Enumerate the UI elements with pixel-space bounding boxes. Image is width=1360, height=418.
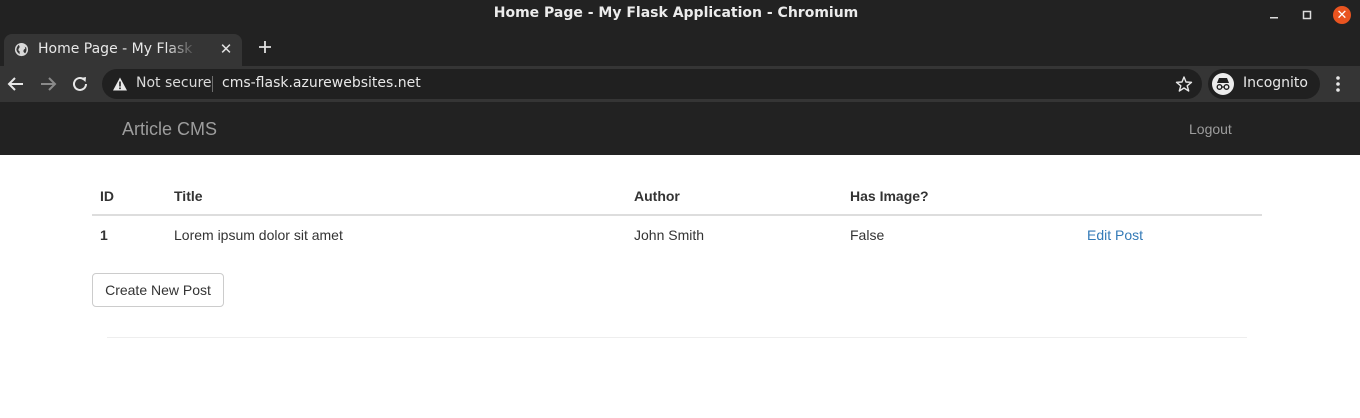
warning-triangle-icon[interactable] xyxy=(112,76,128,92)
window-title: Home Page - My Flask Application - Chrom… xyxy=(493,5,859,21)
tab-strip: Home Page - My Flask Application ✕ xyxy=(0,30,1360,66)
tab-title: Home Page - My Flask Application xyxy=(38,41,198,57)
browser-toolbar: Not secure cms-flask.azurewebsites.net I… xyxy=(0,66,1360,102)
incognito-icon xyxy=(1212,73,1234,95)
brand-link[interactable]: Article CMS xyxy=(122,119,217,140)
tab-home-page[interactable]: Home Page - My Flask Application ✕ xyxy=(4,34,242,66)
cell-title: Lorem ipsum dolor sit amet xyxy=(174,227,343,243)
tab-close-icon[interactable]: ✕ xyxy=(218,41,234,57)
header-id: ID xyxy=(100,188,114,204)
table-row: 1 Lorem ipsum dolor sit amet John Smith … xyxy=(92,216,1262,256)
globe-icon xyxy=(14,42,29,57)
star-icon[interactable] xyxy=(1175,75,1193,93)
logout-link[interactable]: Logout xyxy=(1189,121,1232,137)
header-author: Author xyxy=(634,188,680,204)
address-bar[interactable]: Not secure cms-flask.azurewebsites.net xyxy=(102,69,1202,99)
arrow-left-icon[interactable] xyxy=(5,73,27,95)
window-titlebar: Home Page - My Flask Application - Chrom… xyxy=(0,0,1360,30)
incognito-profile-button[interactable]: Incognito xyxy=(1208,69,1320,99)
omnibox-divider xyxy=(212,76,213,92)
edit-post-link[interactable]: Edit Post xyxy=(1087,227,1143,243)
incognito-label: Incognito xyxy=(1243,75,1308,91)
security-status[interactable]: Not secure xyxy=(136,75,212,91)
window-close-icon[interactable]: ✕ xyxy=(1333,6,1351,24)
posts-table: ID Title Author Has Image? 1 Lorem ipsum… xyxy=(92,177,1262,256)
site-navbar: Article CMS Logout xyxy=(0,102,1360,155)
table-header: ID Title Author Has Image? xyxy=(92,177,1262,216)
maximize-icon[interactable] xyxy=(1298,6,1316,24)
kebab-menu-icon[interactable] xyxy=(1330,73,1346,95)
arrow-right-icon[interactable] xyxy=(37,73,59,95)
header-has-image: Has Image? xyxy=(850,188,929,204)
reload-icon[interactable] xyxy=(69,73,91,95)
cell-author: John Smith xyxy=(634,227,705,243)
minimize-icon[interactable] xyxy=(1265,6,1283,24)
header-title: Title xyxy=(174,188,203,204)
footer-divider xyxy=(107,337,1247,338)
new-tab-icon[interactable] xyxy=(254,36,276,58)
cell-has-image: False xyxy=(850,227,885,243)
cell-id: 1 xyxy=(100,227,108,243)
create-new-post-button[interactable]: Create New Post xyxy=(92,273,224,307)
url-text[interactable]: cms-flask.azurewebsites.net xyxy=(222,75,421,91)
